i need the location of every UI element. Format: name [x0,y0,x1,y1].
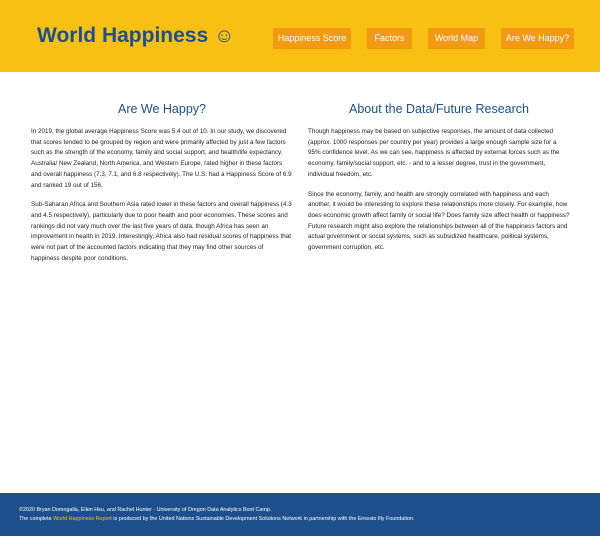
about-data-section: About the Data/Future Research Though ha… [308,102,570,263]
footer: ©2020 Bryan Domogalla, Ellen Hsu, and Ra… [0,493,600,536]
section-paragraph: Sub-Saharan Africa and Southern Asia rat… [31,201,292,262]
nav-bar: Happiness Score Factors World Map Are We… [0,28,600,50]
footer-report-note: The complete World Happiness Report is p… [19,516,414,522]
nav-button-world-map[interactable]: World Map [428,28,485,49]
header-bar: World Happiness ☺ Happiness Score Factors… [0,0,600,72]
nav-button-are-we-happy[interactable]: Are We Happy? [501,28,574,49]
world-happiness-report-link[interactable]: World Happiness Report [53,516,112,522]
section-heading: About the Data/Future Research [349,102,529,116]
footer-prefix: The complete [19,516,54,522]
section-paragraph: Though happiness may be based on subject… [308,128,560,178]
section-heading: Are We Happy? [117,102,206,116]
are-we-happy-section: Are We Happy? In 2019, the global averag… [31,102,293,273]
nav-button-happiness-score[interactable]: Happiness Score [273,28,351,49]
section-paragraph: In 2019, the global average Happiness Sc… [31,128,292,189]
section-paragraph: Since the economy, family, and health ar… [308,190,570,252]
footer-credits: ©2020 Bryan Domogalla, Ellen Hsu, and Ra… [19,507,272,513]
footer-suffix: is produced by the United Nations Sustai… [111,516,415,522]
nav-button-factors[interactable]: Factors [367,28,412,49]
